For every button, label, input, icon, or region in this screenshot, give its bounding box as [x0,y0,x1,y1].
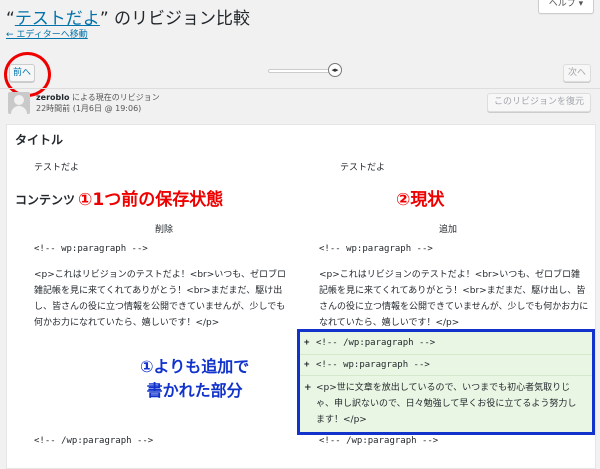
added-separator [300,354,592,355]
diff-line-right: <!-- wp:paragraph --> [319,244,433,254]
diff-paragraph-left: <p>これはリビジョンのテストだよ！<br>いつも、ゼロブロ雑記帳を見に来てくれ… [34,270,287,328]
slider-handle-icon[interactable]: ◂▸ [328,63,342,77]
annotation-previous: ①1つ前の保存状態 [78,190,224,210]
author-name: zeroblo [36,93,70,102]
diff-line-left: <!-- /wp:paragraph --> [34,436,154,446]
avatar [8,92,30,114]
diff-line-left: <!-- wp:paragraph --> [34,244,148,254]
added-separator [300,375,592,376]
removed-column-header: 削除 [155,225,174,235]
added-line: + <!-- wp:paragraph --> [304,360,430,370]
annotation-added-line1: ①よりも追加で [140,357,250,376]
annotation-current: ②現状 [396,190,445,210]
added-line-text: <p>世に文章を放出しているので、いつまでも初心者気取りじゃ、申し訳ないので、日… [316,383,577,425]
title-value-left: テストだよ [34,163,80,173]
next-button[interactable]: 次へ [563,64,591,82]
diff-paragraph-right: <p>これはリビジョンのテストだよ！<br>いつも、ゼロブロ雑記帳を見に来てくれ… [319,270,589,328]
restore-revision-button[interactable]: このリビジョンを復元 [487,93,591,112]
added-line-text: <!-- /wp:paragraph --> [316,338,436,348]
diff-line-right: <!-- /wp:paragraph --> [319,436,439,446]
post-title-link[interactable]: テストだよ [15,9,100,29]
plus-sign: + [304,383,312,393]
title-value-right: テストだよ [340,163,386,173]
title-quote-open: “ [6,9,15,29]
added-column-header: 追加 [439,225,458,235]
plus-sign: + [304,360,310,370]
help-tab-button[interactable]: ヘルプ ▾ [538,0,594,14]
back-to-editor-link[interactable]: ← エディターへ移動 [6,27,88,40]
revision-author: zeroblo による現在のリビジョン [36,92,160,103]
plus-sign: + [304,338,310,348]
added-line-text: <!-- wp:paragraph --> [316,360,430,370]
annotation-added: ①よりも追加で 書かれた部分 [140,355,249,403]
diff-content-label: コンテンツ [15,193,76,207]
diff-title-label: タイトル [15,133,64,147]
author-suffix: による現在のリビジョン [69,93,160,102]
revision-slider-track[interactable] [268,69,334,73]
page-title: “テストだよ” のリビジョン比較 [6,4,250,29]
title-suffix: ” のリビジョン比較 [99,9,251,29]
annotation-added-line2: 書かれた部分 [146,381,243,400]
revision-timestamp: 22時間前 (1月6日 @ 19:06) [36,104,142,113]
added-line: + <!-- /wp:paragraph --> [304,338,435,348]
added-line: + <p>世に文章を放出しているので、いつまでも初心者気取りじゃ、申し訳ないので、… [304,380,584,428]
